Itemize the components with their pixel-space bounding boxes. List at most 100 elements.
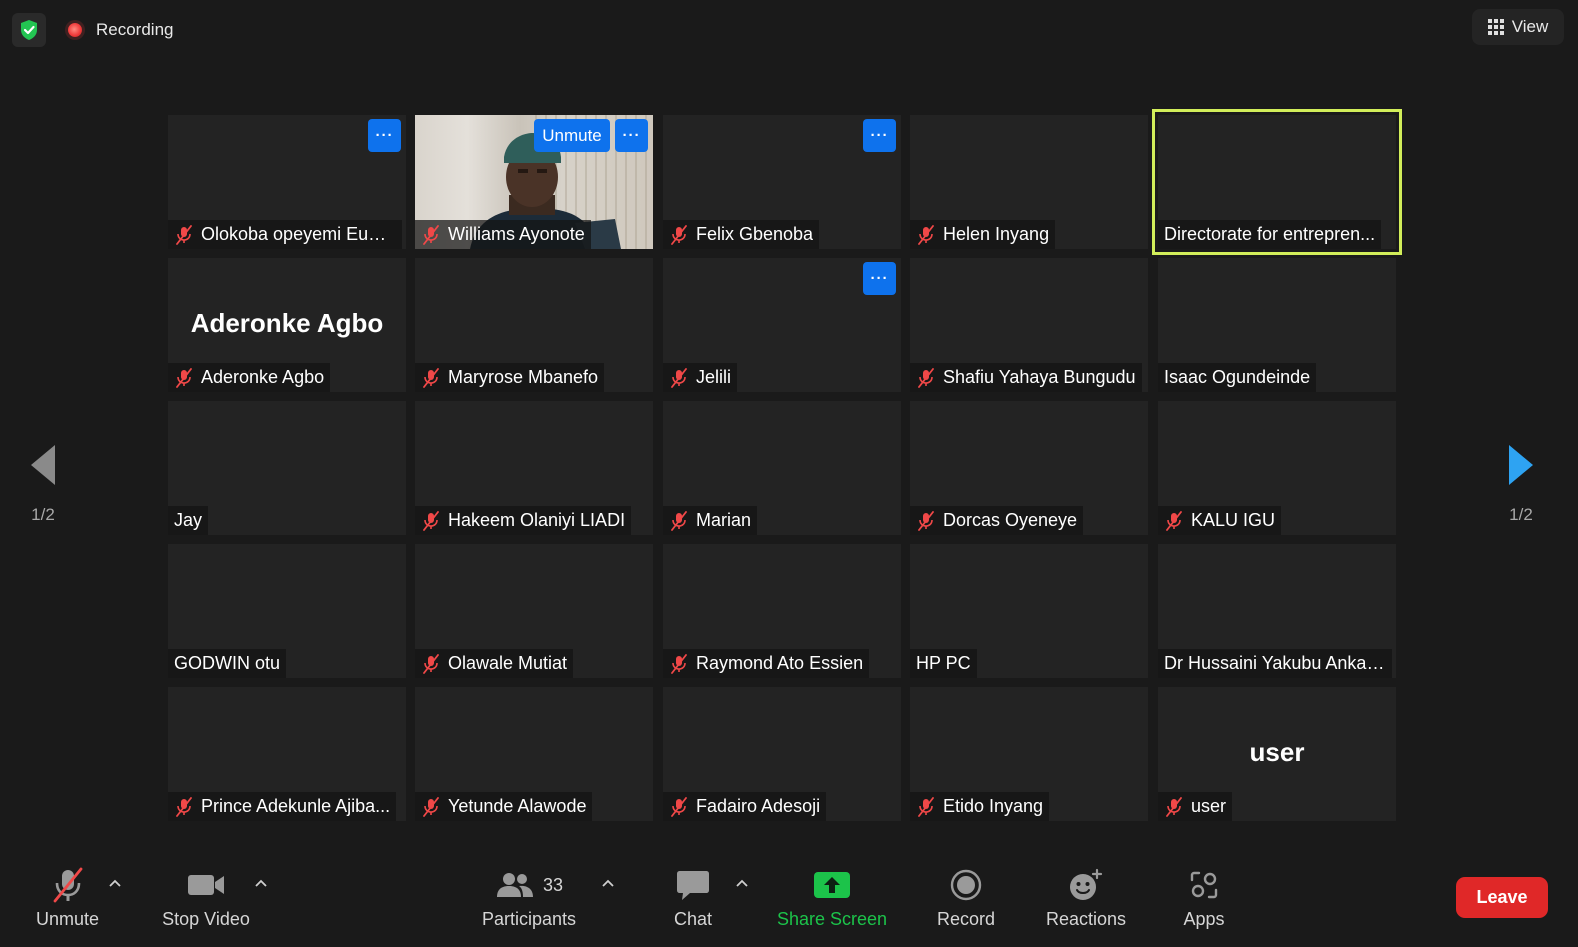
page-indicator-right: 1/2 [1509,505,1533,524]
participant-tile[interactable]: Shafiu Yahaya Bungudu [910,258,1148,392]
chevron-left-icon [31,445,55,485]
muted-mic-icon [421,796,441,817]
participant-name-tag: Directorate for entrepren... [1158,220,1382,249]
participant-tile[interactable]: GODWIN otu [168,544,406,678]
page-indicator-left: 1/2 [31,505,55,524]
chevron-up-icon [736,879,748,887]
participant-tile[interactable]: ··· Jelili [663,258,901,392]
participant-tile[interactable]: Dorcas Oyeneye [910,401,1148,535]
stop-video-button[interactable]: Stop Video [158,865,254,930]
participant-name-tag: Maryrose Mbanefo [415,363,605,392]
participant-name-tag: Prince Adekunle Ajiba... [168,792,397,821]
more-options-button[interactable]: ··· [863,119,896,152]
share-screen-button[interactable]: Share Screen [776,865,888,930]
apps-button[interactable]: Apps [1178,865,1230,930]
grid-icon [1487,19,1504,35]
chat-button[interactable]: Chat [668,865,718,930]
apps-label: Apps [1183,909,1225,929]
participant-name-tag: Aderonke Agbo [168,363,331,392]
participant-name-tag: Etido Inyang [910,792,1050,821]
participant-tile[interactable]: Hakeem Olaniyi LIADI [415,401,653,535]
participant-tile[interactable]: Olawale Mutiat [415,544,653,678]
unmute-label: Unmute [35,909,100,929]
security-shield-icon[interactable] [12,13,46,47]
previous-page-button[interactable]: 1/2 [13,443,73,543]
participant-tile[interactable]: Helen Inyang [910,115,1148,249]
participant-tile[interactable]: Jay [168,401,406,535]
next-page-button[interactable]: 1/2 [1491,443,1551,543]
participant-tile[interactable]: Isaac Ogundeinde [1158,258,1396,392]
recording-label: Recording [96,20,174,39]
view-label: View [1511,17,1549,36]
muted-mic-icon [916,510,936,531]
participant-name-tag: Jelili [663,363,738,392]
muted-mic-icon [174,367,194,388]
participant-name-tag: Olawale Mutiat [415,649,574,678]
chat-options-caret[interactable] [734,875,750,891]
muted-mic-icon [1164,796,1184,817]
view-button[interactable]: View [1472,9,1564,45]
video-options-caret[interactable] [253,875,269,891]
participant-tile[interactable]: Dr Hussaini Yakubu Anka ... [1158,544,1396,678]
more-options-button[interactable]: ··· [615,119,648,152]
muted-mic-icon [669,796,689,817]
participant-tile[interactable]: Raymond Ato Essien [663,544,901,678]
participant-tile[interactable]: Prince Adekunle Ajiba... [168,687,406,821]
reactions-button[interactable]: Reactions [1042,865,1130,930]
chat-label: Chat [673,909,713,929]
participant-name-tag: Williams Ayonote [415,220,591,249]
chevron-right-icon [1509,445,1533,485]
participant-name-tag: Fadairo Adesoji [663,792,827,821]
muted-mic-icon [669,653,689,674]
participant-name-tag: KALU IGU [1158,506,1282,535]
participant-name-tag: Marian [663,506,758,535]
meeting-controls-toolbar: Unmute Stop Video 33 Participants Chat S… [0,855,1578,947]
record-icon [950,869,982,901]
participant-tile[interactable]: Etido Inyang [910,687,1148,821]
participant-tile[interactable]: ··· Olokoba opeyemi Euni... [168,115,406,249]
participant-tile[interactable]: Yetunde Alawode [415,687,653,821]
participant-tile[interactable]: Marian [663,401,901,535]
more-options-button[interactable]: ··· [368,119,401,152]
participant-name-tag: Dorcas Oyeneye [910,506,1084,535]
participant-tile[interactable]: Maryrose Mbanefo [415,258,653,392]
participant-tile[interactable]: ··· Felix Gbenoba [663,115,901,249]
muted-mic-icon [669,224,689,245]
participant-tile[interactable]: KALU IGU [1158,401,1396,535]
record-label: Record [936,909,996,929]
participant-name-tag: Helen Inyang [910,220,1056,249]
participant-name-tag: Yetunde Alawode [415,792,593,821]
chevron-up-icon [602,879,614,887]
chat-bubble-icon [677,871,709,900]
share-screen-label: Share Screen [776,909,888,929]
participant-tile[interactable]: HP PC [910,544,1148,678]
muted-mic-icon [421,224,441,245]
participant-tile[interactable]: Aderonke Agbo Aderonke Agbo [168,258,406,392]
participant-name-tag: Shafiu Yahaya Bungudu [910,363,1142,392]
more-options-button[interactable]: ··· [863,262,896,295]
unmute-button[interactable]: Unmute [30,865,105,930]
muted-mic-icon [1164,510,1184,531]
unmute-participant-button[interactable]: Unmute [534,119,610,152]
leave-meeting-button[interactable]: Leave [1456,877,1548,918]
participant-tile[interactable]: user user [1158,687,1396,821]
share-screen-icon [814,872,850,898]
participant-tile[interactable]: Fadairo Adesoji [663,687,901,821]
apps-icon [1190,871,1218,899]
record-button[interactable]: Record [934,865,998,930]
participant-tile-video[interactable]: Unmute ··· Williams Ayonote [415,115,653,249]
participant-tile-active-speaker[interactable]: Directorate for entrepren... [1158,115,1396,249]
participant-name-tag: HP PC [910,649,977,678]
video-camera-icon [188,875,224,895]
recording-indicator[interactable]: Recording [64,17,174,43]
meeting-top-bar: Recording View [0,0,1578,60]
muted-mic-icon [174,224,194,245]
participants-options-caret[interactable] [600,875,616,891]
audio-options-caret[interactable] [107,875,123,891]
muted-mic-icon [421,653,441,674]
chevron-up-icon [109,879,121,887]
stop-video-label: Stop Video [162,909,250,929]
muted-mic-icon [174,796,194,817]
participants-button[interactable]: 33 Participants [478,865,580,930]
muted-mic-icon [669,510,689,531]
